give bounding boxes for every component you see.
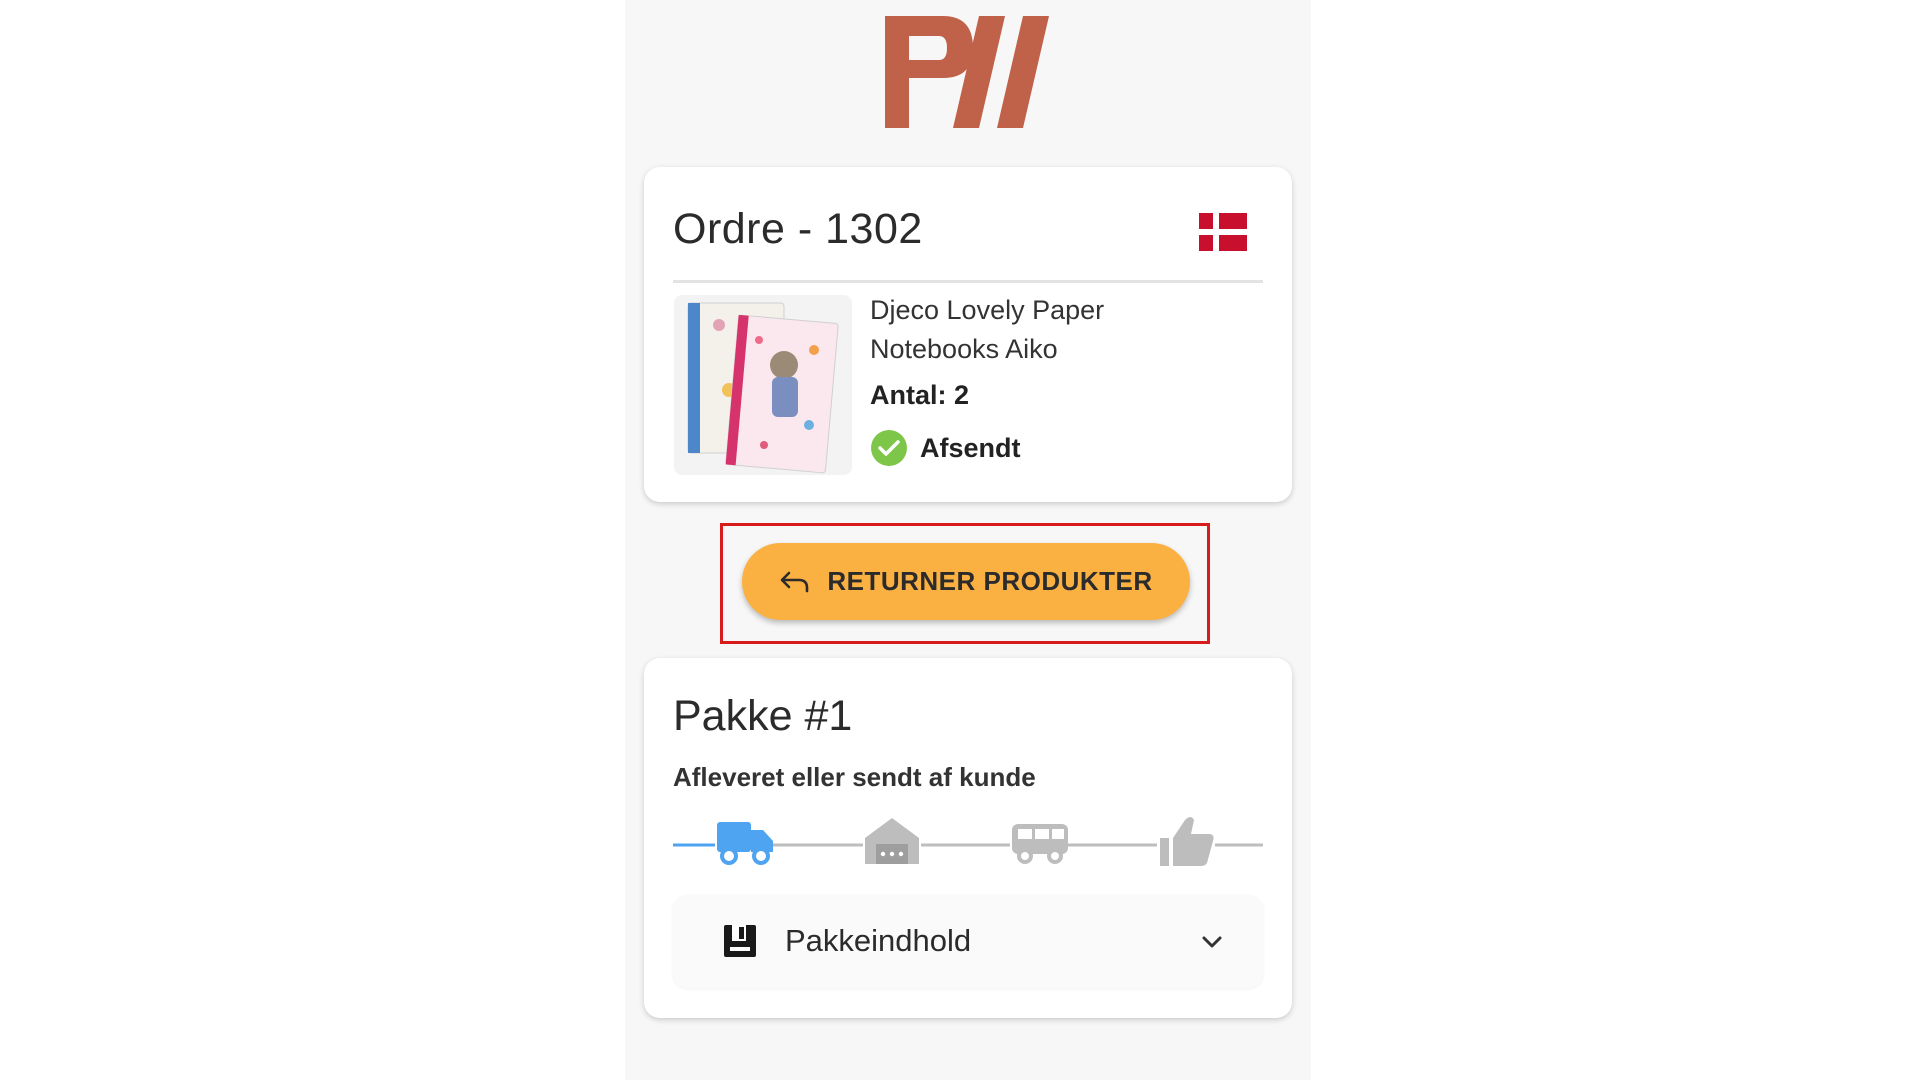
warehouse-icon bbox=[865, 818, 919, 864]
package-contents-icon bbox=[724, 925, 756, 957]
divider bbox=[673, 280, 1263, 283]
shipping-status: Afsendt bbox=[870, 429, 1021, 467]
package-contents-label: Pakkeindhold bbox=[785, 923, 972, 958]
danish-flag-icon[interactable] bbox=[1199, 213, 1247, 251]
package-contents-accordion[interactable]: Pakkeindhold bbox=[673, 895, 1263, 988]
thumbs-up-icon bbox=[1160, 817, 1214, 866]
order-title: Ordre - 1302 bbox=[673, 205, 923, 253]
mobile-viewport: Ordre - 1302 Djeco Lovely Paper Notebook… bbox=[625, 0, 1311, 1080]
product-image[interactable] bbox=[674, 295, 852, 475]
delivery-van-icon bbox=[1012, 824, 1068, 864]
return-products-button[interactable]: RETURNER PRODUKTER bbox=[742, 543, 1190, 620]
company-logo bbox=[885, 16, 1049, 128]
chevron-down-icon[interactable] bbox=[1199, 929, 1225, 955]
package-card: Pakke #1 Afleveret eller sendt af kunde bbox=[644, 658, 1292, 1018]
truck-icon bbox=[717, 822, 773, 865]
package-title: Pakke #1 bbox=[673, 692, 853, 740]
status-label: Afsendt bbox=[920, 432, 1021, 463]
product-quantity: Antal: 2 bbox=[870, 380, 970, 410]
return-button-label: RETURNER PRODUKTER bbox=[827, 566, 1153, 596]
check-circle-icon bbox=[871, 430, 907, 466]
package-status-text: Afleveret eller sendt af kunde bbox=[673, 762, 1036, 792]
product-name[interactable]: Djeco Lovely Paper Notebooks Aiko bbox=[870, 291, 1190, 369]
tracking-progress bbox=[673, 817, 1263, 866]
order-card: Ordre - 1302 Djeco Lovely Paper Notebook… bbox=[644, 167, 1292, 502]
undo-arrow-icon bbox=[781, 571, 809, 592]
